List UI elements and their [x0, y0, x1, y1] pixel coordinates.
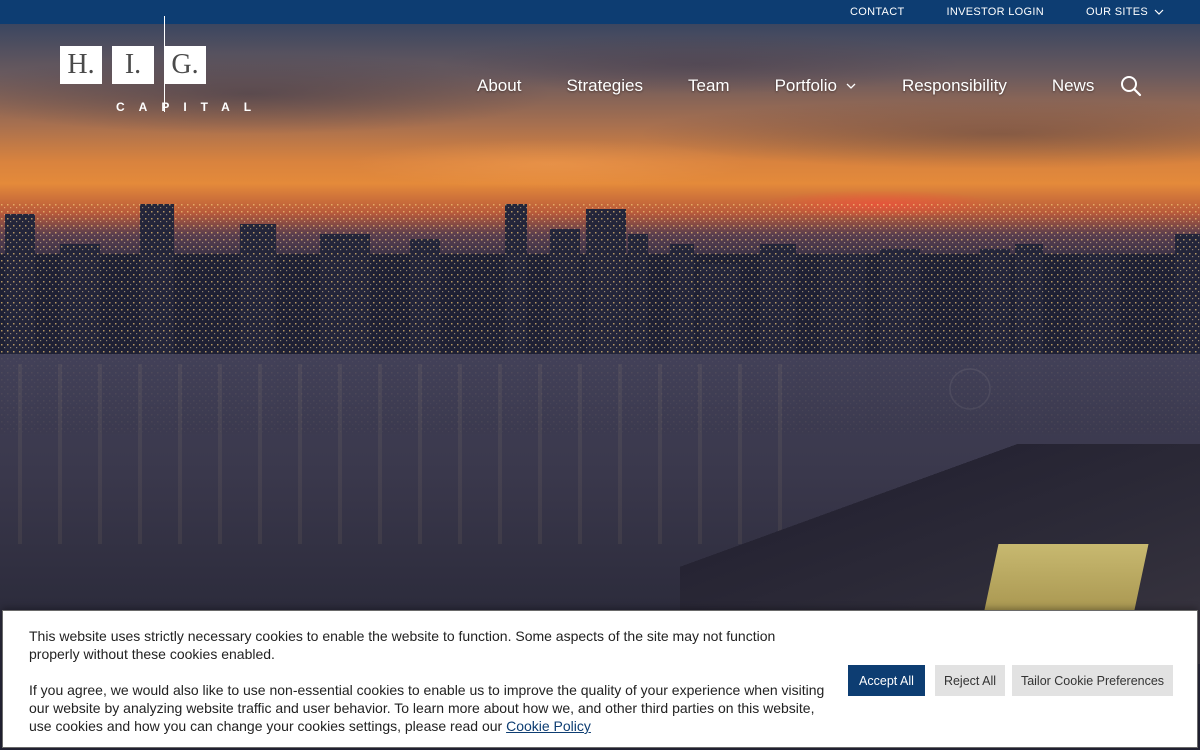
main-navigation: About Strategies Team Portfolio Responsi…: [477, 75, 1139, 97]
reject-all-button[interactable]: Reject All: [935, 665, 1005, 696]
nav-team[interactable]: Team: [688, 76, 730, 96]
chevron-down-icon: [1154, 9, 1164, 15]
search-icon[interactable]: [1120, 75, 1142, 97]
cookie-paragraph-1: This website uses strictly necessary coo…: [29, 628, 776, 662]
our-sites-label: OUR SITES: [1086, 6, 1148, 18]
cookie-paragraph-2: If you agree, we would also like to use …: [29, 681, 829, 735]
nav-strategies[interactable]: Strategies: [566, 76, 643, 96]
nav-about[interactable]: About: [477, 76, 521, 96]
investor-login-link[interactable]: INVESTOR LOGIN: [946, 6, 1044, 18]
chevron-down-icon: [846, 83, 856, 89]
cookie-text: This website uses strictly necessary coo…: [29, 627, 829, 735]
accept-all-button[interactable]: Accept All: [848, 665, 925, 696]
cookie-paragraph-2-text: If you agree, we would also like to use …: [29, 682, 825, 734]
nav-portfolio[interactable]: Portfolio: [775, 76, 857, 96]
hig-capital-logo[interactable]: H. I. G. CAPITAL: [60, 16, 270, 116]
cookie-policy-link[interactable]: Cookie Policy: [506, 718, 591, 734]
logo-subtitle: CAPITAL: [116, 100, 266, 114]
logo-letter-h: H.: [60, 46, 102, 84]
nav-news[interactable]: News: [1052, 76, 1095, 96]
nav-responsibility[interactable]: Responsibility: [902, 76, 1007, 96]
logo-letter-i: I.: [112, 46, 154, 84]
tailor-cookie-preferences-button[interactable]: Tailor Cookie Preferences: [1012, 665, 1173, 696]
our-sites-dropdown[interactable]: OUR SITES: [1086, 6, 1164, 18]
cookie-banner: This website uses strictly necessary coo…: [2, 610, 1198, 748]
logo-letter-g: G.: [164, 46, 206, 84]
contact-link[interactable]: CONTACT: [850, 6, 904, 18]
nav-portfolio-label: Portfolio: [774, 76, 837, 95]
